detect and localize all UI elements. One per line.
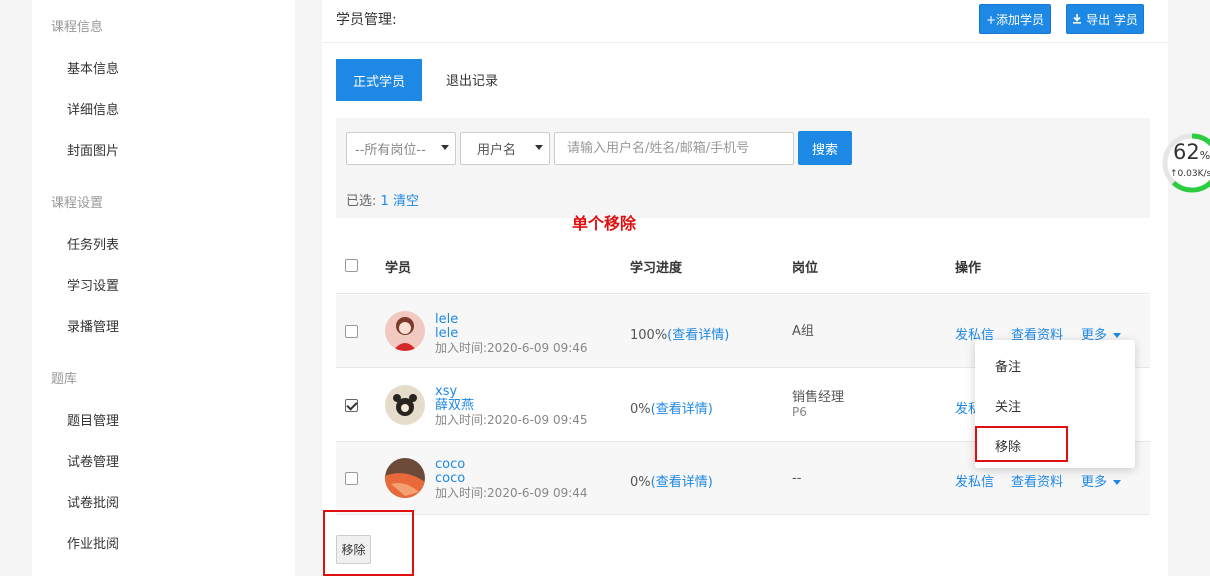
progress-value: 0%: [630, 402, 651, 417]
sidebar-item-homework-review[interactable]: 作业批阅: [67, 533, 119, 552]
batch-remove-button[interactable]: 移除: [336, 535, 371, 564]
sidebar-item-recording[interactable]: 录播管理: [67, 316, 119, 335]
role-level: P6: [792, 405, 807, 419]
column-header-actions: 操作: [955, 261, 982, 276]
download-icon: [1073, 14, 1082, 24]
widget-percent-value: 62: [1173, 140, 1200, 164]
view-detail-link[interactable]: (查看详情): [651, 402, 713, 417]
sidebar-item-basic-info[interactable]: 基本信息: [67, 58, 119, 77]
send-message-link[interactable]: 发私信: [955, 471, 994, 490]
row-checkbox[interactable]: [345, 399, 358, 412]
sidebar-group-course-settings: 课程设置: [51, 196, 104, 211]
sidebar-group-course-info: 课程信息: [51, 20, 104, 35]
sidebar-item-cover-image[interactable]: 封面图片: [67, 140, 119, 159]
divider: [322, 42, 1168, 43]
search-field-value: 用户名: [477, 143, 517, 158]
sidebar: 课程信息 基本信息 详细信息 封面图片 课程设置 任务列表 学习设置 录播管理 …: [32, 0, 295, 576]
avatar: [385, 458, 425, 498]
page-title: 学员管理:: [336, 12, 397, 28]
student-username[interactable]: coco: [435, 458, 465, 472]
chevron-down-icon: [535, 145, 543, 150]
column-header-progress: 学习进度: [630, 261, 683, 276]
selected-label: 已选:: [346, 194, 377, 209]
dropdown-item-follow[interactable]: 关注: [995, 396, 1021, 415]
progress-cell: 100%(查看详情): [630, 324, 729, 343]
selected-info: 已选: 1 清空: [346, 190, 419, 209]
sidebar-item-task-list[interactable]: 任务列表: [67, 234, 119, 253]
avatar-image: [385, 385, 425, 425]
annotation-single-remove: 单个移除: [572, 214, 637, 233]
row-checkbox[interactable]: [345, 472, 358, 485]
row-checkbox[interactable]: [345, 325, 358, 338]
chevron-down-icon: [441, 145, 449, 150]
progress-cell: 0%(查看详情): [630, 398, 713, 417]
sidebar-item-detail-info[interactable]: 详细信息: [67, 99, 119, 118]
progress-cell: 0%(查看详情): [630, 471, 713, 490]
join-time: 加入时间:2020-6-09 09:46: [435, 341, 588, 355]
main-panel: 学员管理: +添加学员 导出 学员 正式学员 退出记录 --所有岗位-- 用户名…: [322, 0, 1168, 576]
widget-percent-unit: %: [1199, 149, 1210, 162]
join-time: 加入时间:2020-6-09 09:44: [435, 486, 588, 500]
chevron-down-icon: [1113, 333, 1122, 338]
role-cell: 销售经理: [792, 390, 845, 405]
search-button[interactable]: 搜索: [798, 131, 852, 165]
tab-formal-students[interactable]: 正式学员: [336, 59, 422, 101]
view-profile-link[interactable]: 查看资料: [1011, 471, 1063, 490]
student-username[interactable]: xsy: [435, 385, 457, 399]
tab-exit-records[interactable]: 退出记录: [446, 70, 498, 89]
student-username[interactable]: lele: [435, 313, 458, 327]
role-select-value: --所有岗位--: [355, 143, 426, 158]
progress-value: 0%: [630, 475, 651, 490]
dropdown-item-remark[interactable]: 备注: [995, 356, 1021, 375]
view-detail-link[interactable]: (查看详情): [667, 328, 729, 343]
column-header-role: 岗位: [792, 261, 819, 276]
sidebar-group-question-bank: 题库: [51, 372, 78, 387]
role-cell: --: [792, 471, 802, 486]
role-select[interactable]: --所有岗位--: [346, 132, 456, 165]
highlight-box-remove: [975, 426, 1068, 462]
table-header: 学员 学习进度 岗位 操作: [336, 240, 1150, 294]
view-detail-link[interactable]: (查看详情): [651, 475, 713, 490]
more-label: 更多: [1081, 475, 1108, 490]
join-time: 加入时间:2020-6-09 09:45: [435, 413, 588, 427]
avatar-image: [385, 311, 425, 351]
network-speed-widget[interactable]: 62% ↑0.03K/s: [1160, 131, 1210, 195]
role-cell: A组: [792, 324, 814, 339]
select-all-checkbox[interactable]: [345, 259, 358, 272]
widget-percent: 62%: [1173, 140, 1210, 164]
filter-panel: --所有岗位-- 用户名 搜索 已选: 1 清空: [336, 118, 1150, 218]
export-students-button[interactable]: 导出 学员: [1066, 4, 1144, 34]
widget-speed: ↑0.03K/s: [1170, 169, 1210, 179]
progress-value: 100%: [630, 328, 668, 343]
avatar: [385, 385, 425, 425]
avatar: [385, 311, 425, 351]
chevron-down-icon: [1113, 480, 1122, 485]
search-field-select[interactable]: 用户名: [460, 132, 550, 165]
add-student-button[interactable]: +添加学员: [979, 4, 1051, 34]
column-header-student: 学员: [385, 261, 412, 276]
sidebar-item-paper-review[interactable]: 试卷批阅: [67, 492, 119, 511]
sidebar-item-study-settings[interactable]: 学习设置: [67, 275, 119, 294]
selected-count: 1: [380, 194, 389, 209]
export-label: 导出 学员: [1086, 12, 1138, 27]
search-input[interactable]: [554, 132, 794, 165]
sidebar-item-questions[interactable]: 题目管理: [67, 410, 119, 429]
clear-selection-link[interactable]: 清空: [393, 194, 419, 209]
avatar-image: [385, 458, 425, 498]
sidebar-item-papers[interactable]: 试卷管理: [67, 451, 119, 470]
more-actions-button[interactable]: 更多: [1081, 471, 1122, 490]
